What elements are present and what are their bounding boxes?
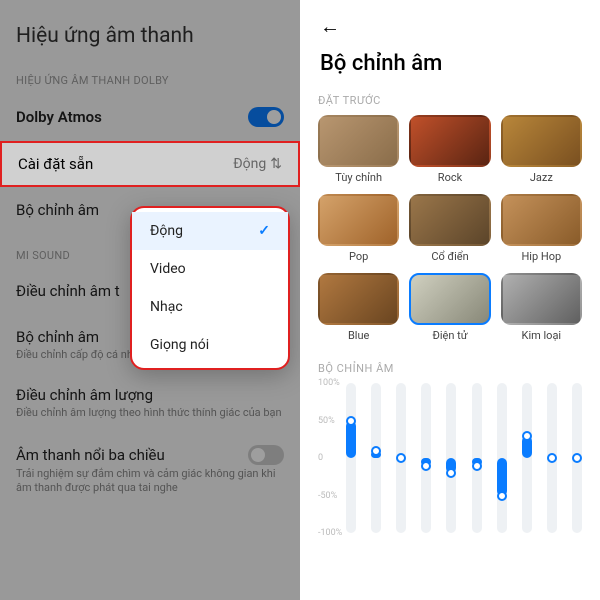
- eq-section-label: BỘ CHỈNH ÂM: [318, 362, 582, 375]
- eq-band-fill: [497, 458, 507, 496]
- eq-band[interactable]: [472, 383, 482, 533]
- eq-band-handle[interactable]: [497, 491, 507, 501]
- preset-thumb: [318, 115, 399, 167]
- ytick: 0: [318, 453, 323, 463]
- preset-card-cổ-điển[interactable]: Cổ điển: [409, 194, 490, 263]
- eq-band-handle[interactable]: [472, 461, 482, 471]
- popup-item-label: Video: [150, 261, 186, 277]
- page-title: Bộ chỉnh âm: [318, 45, 582, 94]
- preset-thumb: [501, 194, 582, 246]
- preset-card-blue[interactable]: Blue: [318, 273, 399, 342]
- preset-card-label: Tùy chỉnh: [318, 171, 399, 184]
- preset-thumb: [501, 115, 582, 167]
- eq-band-handle[interactable]: [522, 431, 532, 441]
- preset-card-jazz[interactable]: Jazz: [501, 115, 582, 184]
- preset-label: Cài đặt sẵn: [18, 155, 93, 173]
- chevron-updown-icon: ⇅: [270, 156, 282, 172]
- preset-row[interactable]: Cài đặt sẵn Động ⇅: [0, 141, 300, 187]
- preset-card-tùy-chỉnh[interactable]: Tùy chỉnh: [318, 115, 399, 184]
- popup-item-label: Giọng nói: [150, 337, 209, 353]
- preset-card-label: Kim loại: [501, 329, 582, 342]
- eq-band-handle[interactable]: [371, 446, 381, 456]
- preset-card-label: Rock: [409, 171, 490, 184]
- popup-item-label: Động: [150, 223, 183, 239]
- preset-thumb: [318, 194, 399, 246]
- preset-grid: Tùy chỉnh Rock Jazz Pop Cổ điển Hip Hop Blue Đi…: [318, 115, 582, 342]
- presets-section-label: ĐẶT TRƯỚC: [318, 94, 582, 107]
- eq-chart: 100%50%0-50%-100%: [318, 383, 582, 533]
- eq-band-handle[interactable]: [547, 453, 557, 463]
- eq-band[interactable]: [446, 383, 456, 533]
- popup-item-nhac[interactable]: Nhạc: [132, 288, 288, 326]
- eq-band-handle[interactable]: [421, 461, 431, 471]
- eq-band[interactable]: [371, 383, 381, 533]
- back-arrow-icon: ←: [320, 14, 340, 38]
- ytick: -50%: [318, 491, 337, 501]
- preset-thumb: [409, 273, 490, 325]
- preset-thumb: [409, 115, 490, 167]
- check-icon: ✓: [258, 223, 270, 239]
- preset-card-label: Hip Hop: [501, 250, 582, 263]
- preset-value: Động: [233, 156, 266, 172]
- popup-item-giongnoi[interactable]: Giọng nói: [132, 326, 288, 364]
- eq-band[interactable]: [547, 383, 557, 533]
- preset-card-label: Jazz: [501, 171, 582, 184]
- preset-card-label: Pop: [318, 250, 399, 263]
- ytick: 50%: [318, 416, 335, 426]
- eq-band[interactable]: [522, 383, 532, 533]
- preset-card-pop[interactable]: Pop: [318, 194, 399, 263]
- preset-card-label: Blue: [318, 329, 399, 342]
- back-button[interactable]: ←: [318, 0, 582, 45]
- preset-card-rock[interactable]: Rock: [409, 115, 490, 184]
- popup-item-dong[interactable]: Động ✓: [132, 212, 288, 250]
- preset-card-kim-loại[interactable]: Kim loại: [501, 273, 582, 342]
- ytick: -100%: [318, 528, 342, 538]
- popup-item-video[interactable]: Video: [132, 250, 288, 288]
- preset-card-label: Điện tử: [409, 329, 490, 342]
- eq-band[interactable]: [346, 383, 356, 533]
- eq-band-handle[interactable]: [396, 453, 406, 463]
- eq-band-handle[interactable]: [572, 453, 582, 463]
- eq-band-fill: [346, 421, 356, 459]
- eq-band[interactable]: [497, 383, 507, 533]
- eq-band[interactable]: [396, 383, 406, 533]
- preset-thumb: [409, 194, 490, 246]
- popup-item-label: Nhạc: [150, 299, 183, 315]
- preset-card-hip-hop[interactable]: Hip Hop: [501, 194, 582, 263]
- preset-thumb: [501, 273, 582, 325]
- eq-band-handle[interactable]: [446, 468, 456, 478]
- ytick: 100%: [318, 378, 340, 388]
- eq-band[interactable]: [421, 383, 431, 533]
- preset-popup: Động ✓ Video Nhạc Giọng nói: [130, 206, 290, 370]
- preset-card-label: Cổ điển: [409, 250, 490, 263]
- preset-thumb: [318, 273, 399, 325]
- eq-band-handle[interactable]: [346, 416, 356, 426]
- preset-card-điện-tử[interactable]: Điện tử: [409, 273, 490, 342]
- eq-band[interactable]: [572, 383, 582, 533]
